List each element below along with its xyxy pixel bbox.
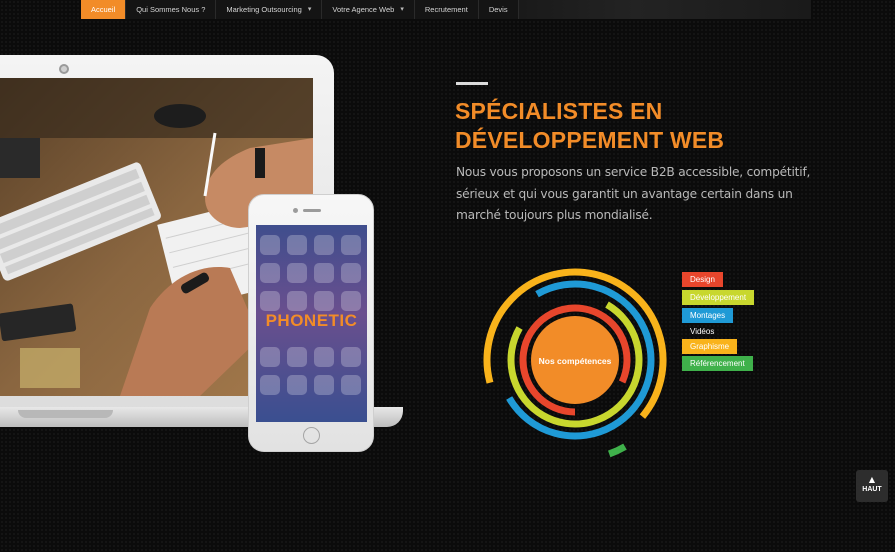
app-icon — [260, 375, 280, 395]
nav-item-accueil[interactable]: Accueil — [81, 0, 127, 19]
app-icon — [314, 235, 334, 255]
laptop-camera-icon — [59, 64, 69, 74]
back-to-top-button[interactable]: ▲ HAUT — [856, 470, 888, 502]
app-icon — [314, 263, 334, 283]
page-title: SPÉCIALISTES EN DÉVELOPPEMENT WEB — [455, 97, 835, 155]
chevron-down-icon: ▾ — [307, 6, 312, 13]
nav-filler — [518, 0, 811, 19]
competence-ring-arc — [607, 443, 627, 458]
phone-home-button — [303, 427, 320, 444]
nav-item-qui-sommes-nous[interactable]: Qui Sommes Nous ? — [126, 0, 217, 19]
app-icon — [341, 235, 361, 255]
chevron-down-icon: ▾ — [400, 6, 404, 13]
nav-item-label: Accueil — [91, 5, 116, 14]
phone-mockup: PHONETIC — [248, 194, 374, 452]
app-icon — [341, 375, 361, 395]
page-title-line-2: DÉVELOPPEMENT WEB — [455, 127, 725, 153]
back-to-top-label: HAUT — [862, 486, 882, 493]
phonetic-logo: PHONETIC — [265, 311, 358, 330]
competences-rings-chart: Nos compétences — [483, 268, 667, 458]
nav-item-label: Recrutement — [424, 5, 468, 14]
app-icon — [314, 375, 334, 395]
arrow-up-icon: ▲ — [868, 475, 876, 484]
app-icon — [314, 291, 334, 311]
legend-item-developpement: Développement — [682, 290, 755, 305]
legend-item-videos: Vidéos — [690, 327, 715, 336]
legend-item-referencement: Référencement — [682, 356, 753, 371]
legend-item-design: Design — [682, 272, 723, 287]
nav-item-label: Qui Sommes Nous ? — [136, 5, 206, 14]
laptop-base-notch — [18, 410, 113, 418]
nav-item-recrutement[interactable]: Recrutement — [415, 0, 479, 19]
app-icon — [260, 347, 280, 367]
competences-center-label: Nos compétences — [539, 356, 612, 366]
app-icon — [260, 291, 280, 311]
app-icon — [341, 347, 361, 367]
phone-screen: PHONETIC — [256, 225, 367, 422]
app-icon — [314, 347, 334, 367]
app-icon — [287, 375, 307, 395]
nav-item-devis[interactable]: Devis — [479, 0, 519, 19]
app-icon — [287, 263, 307, 283]
legend-item-montages: Montages — [682, 308, 734, 323]
phone-speaker — [303, 209, 321, 212]
nav-item-label: Votre Agence Web — [332, 5, 395, 14]
title-accent-bar — [456, 82, 488, 85]
app-icon — [260, 263, 280, 283]
app-icon — [287, 347, 307, 367]
main-nav: Accueil Qui Sommes Nous ? Marketing Outs… — [81, 0, 811, 19]
nav-item-marketing-outsourcing[interactable]: Marketing Outsourcing ▾ — [216, 0, 323, 19]
app-icon — [287, 291, 307, 311]
page-title-line-1: SPÉCIALISTES EN — [455, 98, 663, 124]
legend-item-graphisme: Graphisme — [682, 339, 738, 354]
phone-camera-icon — [293, 208, 298, 213]
app-icon — [287, 235, 307, 255]
app-icon — [341, 291, 361, 311]
intro-paragraph: Nous vous proposons un service B2B acces… — [456, 165, 811, 222]
nav-item-votre-agence-web[interactable]: Votre Agence Web ▾ — [322, 0, 415, 19]
nav-item-label: Marketing Outsourcing — [226, 5, 302, 14]
app-icon — [341, 263, 361, 283]
app-icon — [260, 235, 280, 255]
nav-item-label: Devis — [488, 5, 508, 14]
